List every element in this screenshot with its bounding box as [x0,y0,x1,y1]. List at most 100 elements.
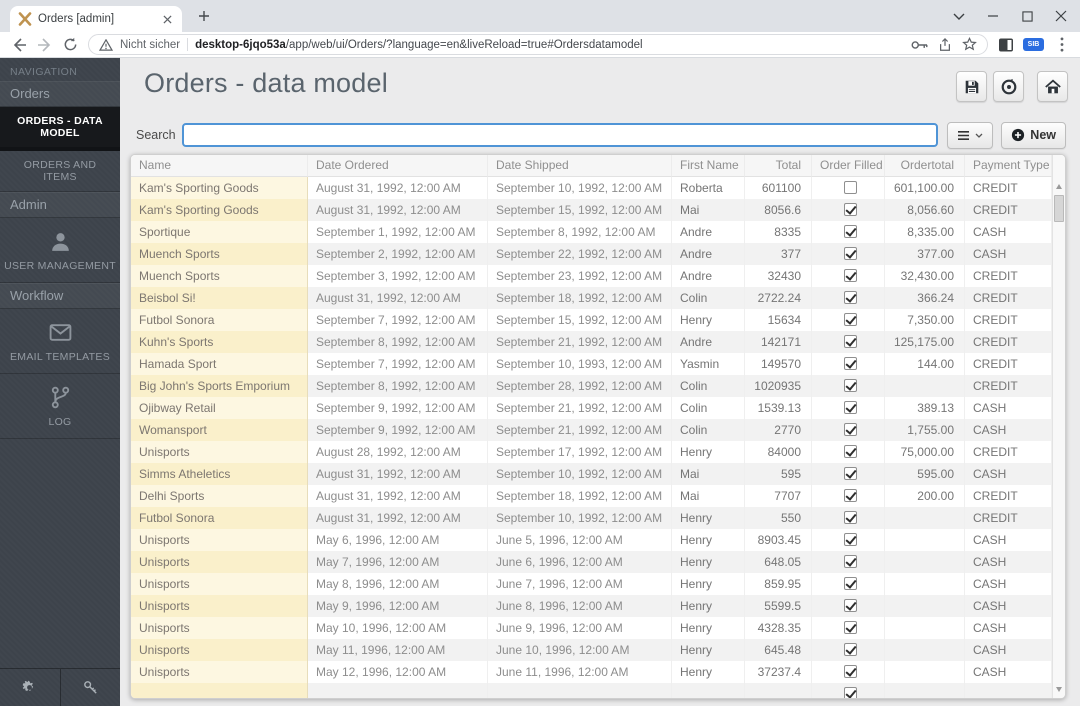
extension-badge[interactable]: SIB [1023,38,1044,51]
table-row[interactable]: Big John's Sports Emporium September 8, 1… [131,375,1052,397]
order-filled-checkbox[interactable] [843,555,857,569]
order-filled-checkbox[interactable] [843,335,857,349]
table-row[interactable]: Hamada Sport September 7, 1992, 12:00 AM S… [131,353,1052,375]
table-cell-payment_type: CREDIT [965,177,1052,199]
security-label[interactable]: Nicht sicher [120,39,180,51]
sidebar-item-orders-and-items[interactable]: ORDERS AND ITEMS [0,151,120,192]
table-row[interactable]: Beisbol Si! August 31, 1992, 12:00 AM Sept… [131,287,1052,309]
table-row[interactable]: Unisports May 10, 1996, 12:00 AM June 9, 1… [131,617,1052,639]
order-filled-checkbox[interactable] [843,401,857,415]
order-filled-checkbox[interactable] [843,621,857,635]
table-vertical-scrollbar[interactable] [1052,155,1065,698]
order-filled-checkbox[interactable] [843,511,857,525]
table-row[interactable]: Muench Sports September 3, 1992, 12:00 AM… [131,265,1052,287]
table-cell-payment_type: CASH [965,463,1052,485]
table-row[interactable]: Delhi Sports August 31, 1992, 12:00 AM Sep… [131,485,1052,507]
order-filled-checkbox[interactable] [843,445,857,459]
order-filled-checkbox[interactable] [843,577,857,591]
bookmark-star-icon[interactable] [962,37,977,52]
order-filled-checkbox[interactable] [843,489,857,503]
table-row[interactable]: Unisports May 12, 1996, 12:00 AM June 11, … [131,661,1052,683]
order-filled-checkbox[interactable] [843,247,857,261]
window-maximize-button[interactable] [1010,0,1044,32]
column-header-name[interactable]: Name [131,155,308,177]
table-row[interactable]: Futbol Sonora August 31, 1992, 12:00 AM Se… [131,507,1052,529]
order-filled-checkbox[interactable] [843,533,857,547]
sidebar-item-user-management[interactable]: USER MANAGEMENT [0,218,120,283]
table-cell-first_name: Mai [672,485,745,507]
grid-menu-button[interactable] [947,121,994,149]
order-filled-checkbox[interactable] [843,357,857,371]
table-row[interactable]: Sportique September 1, 1992, 12:00 AM Sept… [131,221,1052,243]
table-row[interactable]: Ojibway Retail September 9, 1992, 12:00 A… [131,397,1052,419]
sidebar-item-log[interactable]: LOG [0,374,120,439]
table-row[interactable]: Muench Sports September 2, 1992, 12:00 AM… [131,243,1052,265]
table-row[interactable]: Simms Atheletics August 31, 1992, 12:00 A… [131,463,1052,485]
save-button[interactable] [956,71,987,102]
scrollbar-thumb[interactable] [1054,195,1064,222]
order-filled-checkbox[interactable] [843,203,857,217]
table-cell-order_filled [812,595,885,617]
order-filled-checkbox[interactable] [843,423,857,437]
window-close-button[interactable] [1044,0,1078,32]
back-icon[interactable] [10,36,27,53]
order-filled-checkbox[interactable] [843,599,857,613]
browser-tab[interactable]: Orders [admin] [10,6,182,32]
home-button[interactable] [1037,71,1068,102]
column-header-payment_type[interactable]: Payment Type [965,155,1052,177]
forward-icon[interactable] [36,36,53,53]
order-filled-checkbox[interactable] [843,687,857,698]
main-content: Orders - data model Search New Name Date… [120,58,1080,706]
column-header-first_name[interactable]: First Name [672,155,745,177]
new-tab-button[interactable] [192,4,216,28]
browser-menu-dots-icon[interactable] [1053,36,1070,53]
table-row[interactable] [131,683,1052,698]
url-text[interactable]: desktop-6jqo53a/app/web/ui/Orders/?langu… [195,39,904,51]
key-footer-button[interactable] [61,669,121,706]
search-input[interactable] [181,123,939,147]
table-row[interactable]: Kam's Sporting Goods August 31, 1992, 12:… [131,177,1052,199]
gear-footer-button[interactable] [0,669,61,706]
order-filled-checkbox[interactable] [843,643,857,657]
table-row[interactable]: Kuhn's Sports September 8, 1992, 12:00 AM… [131,331,1052,353]
column-header-order_filled[interactable]: Order Filled [812,155,885,177]
sidebar-item-email-templates[interactable]: EMAIL TEMPLATES [0,309,120,374]
order-filled-checkbox[interactable] [843,291,857,305]
table-row[interactable]: Womansport September 9, 1992, 12:00 AM Sep… [131,419,1052,441]
table-row[interactable]: Unisports May 11, 1996, 12:00 AM June 10, … [131,639,1052,661]
table-row[interactable]: Unisports May 7, 1996, 12:00 AM June 6, 19… [131,551,1052,573]
column-header-date_shipped[interactable]: Date Shipped [488,155,672,177]
column-header-ordertotal[interactable]: Ordertotal [885,155,965,177]
share-icon[interactable] [938,37,952,52]
reload-icon[interactable] [62,36,79,53]
table-cell-date_shipped: June 8, 1996, 12:00 AM [488,595,672,617]
password-key-icon[interactable] [911,40,928,50]
scrollbar-down-arrow-icon[interactable] [1056,687,1062,692]
column-header-total[interactable]: Total [745,155,812,177]
column-header-date_ordered[interactable]: Date Ordered [308,155,488,177]
side-panel-icon[interactable] [997,36,1014,53]
history-button[interactable] [993,71,1024,102]
order-filled-checkbox[interactable] [843,181,857,195]
new-button[interactable]: New [1001,121,1066,149]
table-cell-date_ordered: September 9, 1992, 12:00 AM [308,419,488,441]
order-filled-checkbox[interactable] [843,467,857,481]
table-row[interactable]: Unisports May 6, 1996, 12:00 AM June 5, 19… [131,529,1052,551]
sidebar-item-orders-data-model[interactable]: ORDERS - DATA MODEL [0,107,120,151]
order-filled-checkbox[interactable] [843,665,857,679]
url-omnibox[interactable]: Nicht sicher desktop-6jqo53a/app/web/ui/… [88,34,988,55]
table-row[interactable]: Unisports May 8, 1996, 12:00 AM June 7, 19… [131,573,1052,595]
table-row[interactable]: Futbol Sonora September 7, 1992, 12:00 AM… [131,309,1052,331]
order-filled-checkbox[interactable] [843,313,857,327]
window-minimize-button[interactable] [976,0,1010,32]
table-row[interactable]: Kam's Sporting Goods August 31, 1992, 12:… [131,199,1052,221]
scrollbar-up-arrow-icon[interactable] [1056,184,1062,189]
table-header-row: Name Date Ordered Date Shipped First Name To… [131,155,1052,177]
window-chevron-icon[interactable] [942,0,976,32]
table-row[interactable]: Unisports May 9, 1996, 12:00 AM June 8, 19… [131,595,1052,617]
order-filled-checkbox[interactable] [843,269,857,283]
order-filled-checkbox[interactable] [843,225,857,239]
table-row[interactable]: Unisports August 28, 1992, 12:00 AM Septem… [131,441,1052,463]
order-filled-checkbox[interactable] [843,379,857,393]
tab-close-icon[interactable] [160,12,174,26]
